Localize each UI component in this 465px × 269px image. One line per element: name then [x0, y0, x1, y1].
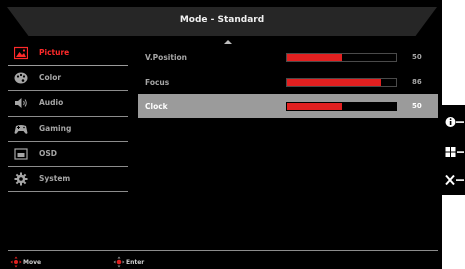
- joystick-move-icon: [10, 256, 22, 268]
- scroll-up-icon: [224, 40, 232, 44]
- sidebar-item-audio[interactable]: Audio: [8, 91, 128, 117]
- footer-enter-hint: Enter: [113, 256, 144, 268]
- close-key[interactable]: [445, 173, 465, 187]
- setting-value: 50: [412, 53, 422, 61]
- setting-value: 86: [412, 78, 422, 86]
- footer-move-hint: Move: [10, 256, 41, 268]
- gaming-icon: [14, 124, 28, 134]
- setting-row-clock[interactable]: Clock 50: [138, 94, 438, 118]
- setting-value: 50: [412, 102, 422, 110]
- sidebar-item-gaming[interactable]: Gaming: [8, 117, 128, 142]
- menu-key[interactable]: [445, 145, 465, 159]
- sidebar-item-system[interactable]: System: [8, 167, 128, 193]
- slider-fill: [287, 103, 342, 110]
- setting-label: V.Position: [145, 53, 188, 62]
- setting-label: Focus: [145, 78, 170, 87]
- system-icon: [14, 172, 28, 186]
- mode-title: Mode - Standard: [179, 15, 265, 25]
- hotkey-panel: [442, 105, 465, 195]
- enter-label: Enter: [126, 258, 145, 266]
- setting-label: Clock: [145, 102, 168, 111]
- sidebar-item-color[interactable]: Color: [8, 66, 128, 92]
- slider-fill: [287, 79, 381, 86]
- sidebar-item-osd[interactable]: OSD: [8, 142, 128, 167]
- setting-slider[interactable]: [286, 102, 397, 111]
- audio-icon: [15, 98, 27, 109]
- osd-menu: Mode - Standard Picture Color Audio Gami…: [0, 0, 442, 269]
- close-icon: [445, 174, 464, 186]
- setting-row-v-position[interactable]: V.Position 50: [138, 45, 438, 69]
- osd-header: Mode - Standard: [7, 7, 437, 36]
- joystick-enter-icon: [113, 256, 125, 268]
- footer-divider: [8, 250, 438, 251]
- sidebar-item-label: Color: [39, 73, 62, 83]
- move-label: Move: [23, 258, 42, 266]
- osd-icon: [14, 148, 28, 160]
- color-icon: [14, 72, 28, 84]
- setting-row-focus[interactable]: Focus 86: [138, 70, 438, 94]
- slider-fill: [287, 54, 342, 61]
- setting-slider[interactable]: [286, 78, 397, 87]
- sidebar-item-label: System: [39, 173, 71, 183]
- sidebar-item-picture[interactable]: Picture: [8, 41, 128, 67]
- setting-slider[interactable]: [286, 53, 397, 62]
- sidebar-item-label: OSD: [39, 148, 58, 158]
- sidebar: Picture Color Audio Gaming OSD System: [8, 41, 128, 193]
- info-icon: [445, 117, 464, 127]
- sidebar-item-label: Gaming: [39, 123, 72, 133]
- info-key[interactable]: [445, 115, 465, 129]
- grid-icon: [445, 147, 464, 157]
- sidebar-item-label: Picture: [39, 48, 70, 57]
- sidebar-item-label: Audio: [39, 98, 64, 108]
- picture-icon: [14, 46, 28, 60]
